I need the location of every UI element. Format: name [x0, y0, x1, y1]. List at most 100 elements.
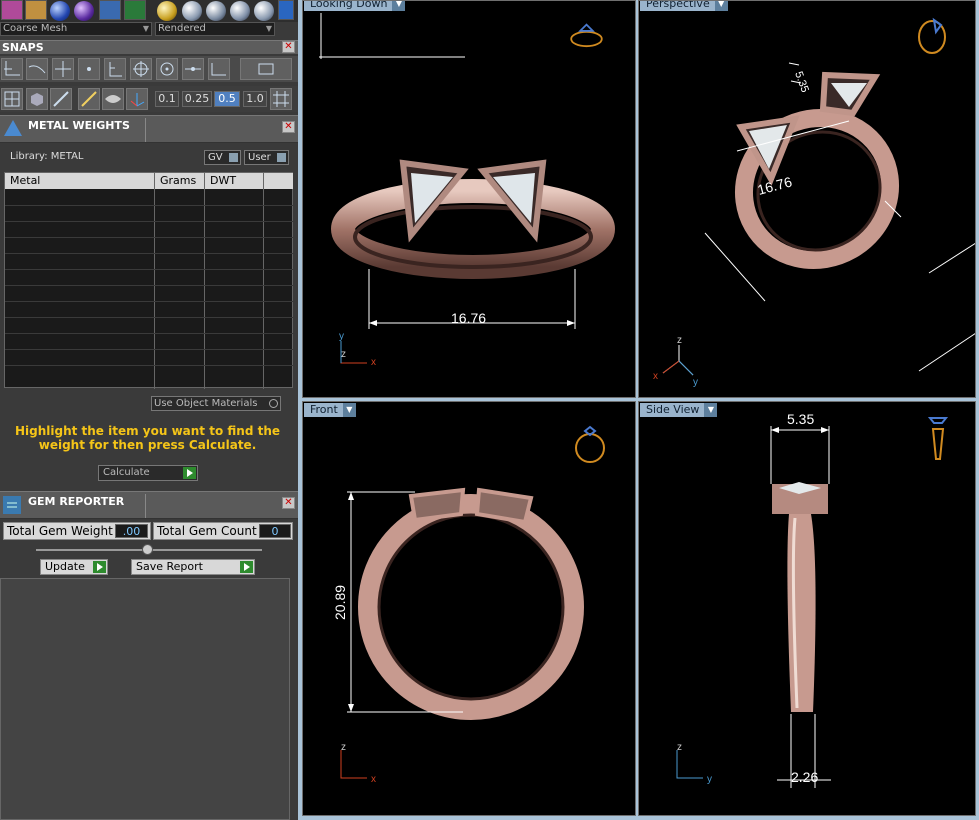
snap-circle-icon[interactable]	[156, 58, 178, 80]
side-view-label-text: Side View	[646, 403, 700, 416]
user-toggle[interactable]: User	[244, 150, 289, 165]
shading-gold-icon[interactable]	[157, 1, 177, 21]
calculate-label: Calculate	[103, 467, 150, 478]
increment-1-0-button[interactable]: 1.0	[243, 91, 267, 107]
viewport-label-looking-down[interactable]: Looking Down ▼	[304, 1, 406, 11]
scene-tool-icon[interactable]	[99, 0, 121, 20]
light-tool-icon[interactable]	[25, 0, 47, 20]
shading-gloss-icon[interactable]	[206, 1, 226, 21]
column-grams[interactable]: Grams	[160, 174, 196, 187]
table-row	[5, 253, 293, 254]
svg-text:x: x	[371, 774, 376, 785]
snap-line-icon[interactable]	[208, 58, 230, 80]
snap-curve-icon[interactable]	[26, 58, 48, 80]
material-sphere-purple-icon[interactable]	[74, 1, 94, 21]
chevron-down-icon: ▼	[714, 1, 728, 11]
save-report-label: Save Report	[136, 560, 203, 573]
snap-cross-icon[interactable]	[52, 58, 74, 80]
increment-0-5-button[interactable]: 0.5	[214, 91, 240, 107]
front-label-text: Front	[310, 403, 338, 416]
chevron-down-icon: ▼	[265, 24, 272, 33]
snaps-title: SNAPS	[2, 41, 44, 54]
increment-0-1-button[interactable]: 0.1	[155, 91, 179, 107]
side-dimension-bottom: 2.26	[791, 769, 818, 785]
toolbar-expand-icon[interactable]	[278, 0, 294, 20]
svg-text:x: x	[653, 371, 658, 382]
total-gem-count-value: 0	[259, 524, 291, 538]
measure-tool-icon[interactable]	[78, 88, 100, 110]
calculate-button[interactable]: Calculate	[98, 465, 198, 481]
svg-text:x: x	[371, 357, 376, 368]
chevron-down-icon: ▼	[704, 403, 718, 417]
layers-tool-icon[interactable]	[124, 0, 146, 20]
snap-tangent-icon[interactable]	[182, 58, 204, 80]
snaps-header: SNAPS ✕	[0, 40, 298, 54]
chevron-down-icon: ▼	[392, 1, 406, 11]
gv-toggle[interactable]: GV	[204, 150, 241, 165]
table-header: Metal Grams DWT	[5, 173, 293, 189]
column-dwt[interactable]: DWT	[210, 174, 236, 187]
perspective-label-text: Perspective	[646, 0, 710, 10]
table-row	[5, 269, 293, 270]
table-row	[5, 317, 293, 318]
library-label: Library: METAL	[10, 151, 84, 162]
eye-tool-icon[interactable]	[102, 88, 124, 110]
mesh-quality-value: Coarse Mesh	[3, 23, 68, 34]
header-divider	[145, 118, 146, 142]
snap-settings-icon[interactable]	[240, 58, 292, 80]
svg-text:z: z	[341, 742, 346, 753]
table-row	[5, 221, 293, 222]
viewport-side-view[interactable]: 5.35 2.26 z y Side View ▼	[638, 401, 976, 816]
mesh-quality-select[interactable]: Coarse Mesh ▼	[0, 22, 152, 36]
box-tool-icon[interactable]	[26, 88, 48, 110]
metal-weights-title: METAL WEIGHTS	[28, 119, 130, 132]
table-row	[5, 205, 293, 206]
total-gem-weight-value: .00	[115, 524, 148, 538]
gem-reporter-icon	[3, 496, 21, 514]
chevron-down-icon: ▼	[342, 403, 356, 417]
looking-down-render: 16.76 y z x	[319, 13, 615, 368]
use-object-materials-checkbox[interactable]: Use Object Materials	[151, 396, 281, 411]
close-gem-reporter-button[interactable]: ✕	[282, 497, 295, 509]
increment-0-25-button[interactable]: 0.25	[182, 91, 212, 107]
render-mode-select[interactable]: Rendered ▼	[155, 22, 275, 36]
view-grid-icon[interactable]	[1, 88, 23, 110]
left-panel: Coarse Mesh ▼ Rendered ▼ SNAPS ✕ 0.1 0.2…	[0, 0, 298, 820]
gem-reporter-slider[interactable]	[36, 544, 262, 555]
radio-icon	[269, 399, 278, 408]
gem-report-list[interactable]	[0, 578, 290, 820]
column-metal[interactable]: Metal	[10, 174, 40, 187]
pen-tool-icon[interactable]	[50, 88, 72, 110]
close-metal-weights-button[interactable]: ✕	[282, 121, 295, 133]
update-button[interactable]: Update	[40, 559, 108, 575]
material-sphere-blue-icon[interactable]	[50, 1, 70, 21]
slider-handle[interactable]	[142, 544, 153, 555]
gumball-tool-icon[interactable]	[126, 88, 148, 110]
shading-rendered-icon[interactable]	[254, 1, 274, 21]
grid-snap-icon[interactable]	[270, 88, 292, 110]
viewport-looking-down[interactable]: 16.76 y z x Looking Down ▼	[302, 0, 636, 398]
shading-silver-icon[interactable]	[182, 1, 202, 21]
metal-weights-icon	[4, 120, 22, 136]
gv-toggle-label: GV	[208, 152, 223, 163]
svg-text:y: y	[339, 331, 344, 342]
grid-tool-icon[interactable]	[1, 0, 23, 20]
viewport-label-front[interactable]: Front ▼	[304, 403, 356, 417]
close-snaps-button[interactable]: ✕	[282, 41, 295, 53]
header-divider	[145, 494, 146, 518]
snap-endpoint-icon[interactable]	[104, 58, 126, 80]
metal-weights-table[interactable]: Metal Grams DWT	[4, 172, 293, 389]
save-report-button[interactable]: Save Report	[131, 559, 255, 575]
viewport-label-side-view[interactable]: Side View ▼	[640, 403, 718, 417]
render-mode-value: Rendered	[158, 23, 206, 34]
viewport-perspective[interactable]: 16.76 5.35 z x y Perspective ▼	[638, 0, 976, 398]
viewport-front[interactable]: 20.89 z x Front ▼	[302, 401, 636, 816]
gem-reporter-title: GEM REPORTER	[28, 495, 125, 508]
shading-wire-icon[interactable]	[230, 1, 250, 21]
main-toolbar	[0, 0, 298, 22]
snap-point-icon[interactable]	[78, 58, 100, 80]
update-label: Update	[45, 560, 85, 573]
snap-grid-icon[interactable]	[1, 58, 23, 80]
viewport-label-perspective[interactable]: Perspective ▼	[640, 0, 728, 11]
snap-center-icon[interactable]	[130, 58, 152, 80]
